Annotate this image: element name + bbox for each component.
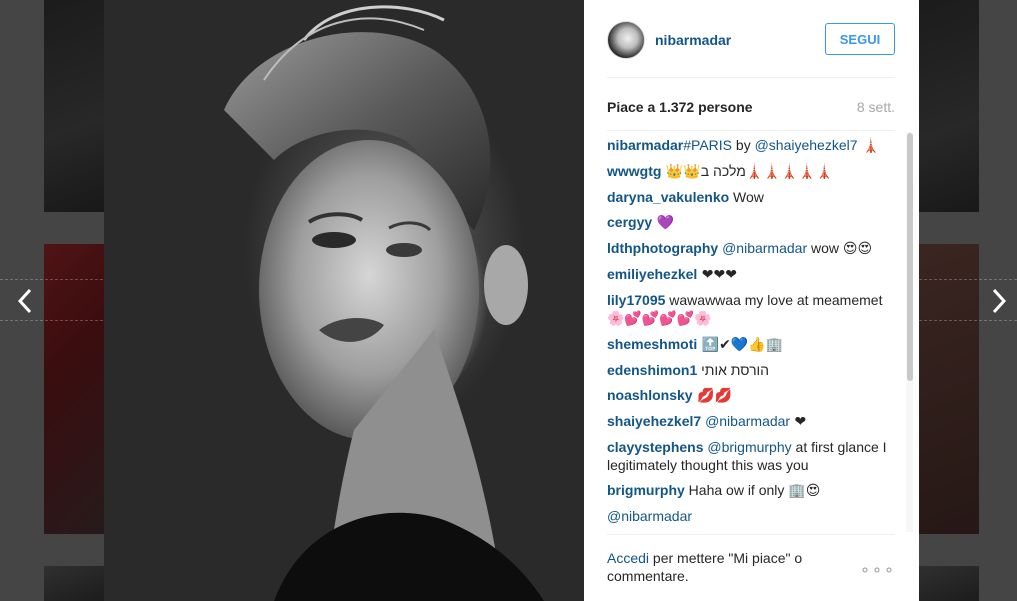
footer-divider xyxy=(607,534,895,535)
comment-item: daryna_vakulenko Wow xyxy=(607,188,887,206)
comment-mention[interactable]: @brigmurphy xyxy=(707,439,791,455)
chevron-right-icon xyxy=(992,288,1007,314)
likes-prefix: Piace a xyxy=(607,99,660,115)
post-header: nibarmadar SEGUI xyxy=(607,18,895,62)
comment-emoji: 😍😍 xyxy=(842,241,873,257)
likes-number: 1.372 xyxy=(659,99,695,115)
comment-username[interactable]: edenshimon1 xyxy=(607,362,697,378)
post-photo[interactable] xyxy=(104,0,584,601)
login-prompt: Accedi per mettere "Mi piace" o commenta… xyxy=(607,549,837,585)
comments-list: nibarmadar#PARIS by @shaiyehezkel7 🗼 wwwg… xyxy=(607,136,887,534)
likes-suffix: persone xyxy=(694,99,753,115)
comment-username[interactable]: noashlonsky xyxy=(607,387,693,403)
comment-item: cergyy 💜 xyxy=(607,213,887,232)
comment-username[interactable]: shemeshmoti xyxy=(607,336,697,352)
username-link[interactable]: nibarmadar xyxy=(655,32,731,48)
comment-emoji: 💜 xyxy=(652,215,675,231)
comment-text: Haha ow if only xyxy=(684,482,789,498)
post-sidebar: nibarmadar SEGUI Piace a 1.372 persone 8… xyxy=(584,0,919,601)
chevron-left-icon xyxy=(17,288,32,314)
comment-username[interactable]: clayystephens xyxy=(607,439,704,455)
portrait-illustration xyxy=(224,5,544,601)
comment-emoji: ❤ xyxy=(790,414,807,430)
comment-item: shemeshmoti 🔝✔💙👍🏢 xyxy=(607,335,887,354)
comment-username[interactable]: cergyy xyxy=(607,214,652,230)
comment-emoji: 👑👑 xyxy=(661,164,701,180)
comment-item: edenshimon1 הורסת אותי xyxy=(607,361,887,379)
comment-item: emiliyehezkel ❤❤❤ xyxy=(607,265,887,284)
comment-mention[interactable]: #PARIS xyxy=(683,137,732,153)
next-post-button[interactable] xyxy=(984,283,1014,319)
comment-username[interactable]: ldthphotography xyxy=(607,240,718,256)
comment-emoji: 🔝✔💙👍🏢 xyxy=(697,337,784,353)
comment-username[interactable]: daryna_vakulenko xyxy=(607,189,729,205)
comment-text: wow xyxy=(807,240,843,256)
comment-emoji: 🗼🗼🗼🗼🗼 xyxy=(745,164,834,180)
comment-mention[interactable]: @nibarmadar xyxy=(705,413,790,429)
comment-item: clayystephens @brigmurphy at first glanc… xyxy=(607,438,887,474)
comment-emoji: 🏢😍 xyxy=(788,483,821,499)
comment-username[interactable]: wwwgtg xyxy=(607,163,661,179)
comment-username[interactable]: emiliyehezkel xyxy=(607,266,697,282)
comment-text: wawawwaa my love at meamemet xyxy=(665,292,883,308)
post-age[interactable]: 8 sett. xyxy=(857,99,895,115)
more-options-icon[interactable]: ∘∘∘ xyxy=(860,560,896,580)
comment-text: Wow xyxy=(729,189,764,205)
header-divider xyxy=(607,77,895,78)
comment-text: מלכה ב xyxy=(700,163,746,179)
comment-emoji: ❤❤❤ xyxy=(697,267,737,283)
post-modal: nibarmadar SEGUI Piace a 1.372 persone 8… xyxy=(104,0,919,601)
likes-row: Piace a 1.372 persone 8 sett. xyxy=(607,99,895,115)
comment-item: brigmurphy Haha ow if only 🏢😍 xyxy=(607,481,887,500)
likes-divider xyxy=(607,130,895,131)
comment-username[interactable]: lily17095 xyxy=(607,292,665,308)
comment-emoji: 💋💋 xyxy=(692,388,732,404)
comment-emoji: 🌸💕💕💕💕🌸 xyxy=(607,311,712,327)
comment-item: noashlonsky 💋💋 xyxy=(607,386,887,405)
follow-button[interactable]: SEGUI xyxy=(825,23,895,55)
comment-item: shaiyehezkel7 @nibarmadar ❤ xyxy=(607,412,887,431)
comment-mention[interactable]: @nibarmadar xyxy=(722,240,807,256)
comment-mention[interactable]: @shaiyehezkel7 xyxy=(755,137,858,153)
comments-scrollbar-thumb[interactable] xyxy=(907,133,913,381)
comment-item: lily17095 wawawwaa my love at meamemet 🌸💕… xyxy=(607,291,887,328)
likes-count[interactable]: Piace a 1.372 persone xyxy=(607,99,753,115)
login-link[interactable]: Accedi xyxy=(607,550,649,566)
comment-text: הורסת אותי xyxy=(697,362,770,378)
comment-username[interactable]: nibarmadar xyxy=(607,137,683,153)
comment-emoji: 🗼 xyxy=(857,138,880,154)
comment-item: wwwgtg 👑👑מלכה ב🗼🗼🗼🗼🗼 xyxy=(607,162,887,181)
comment-item: @nibarmadar xyxy=(607,507,887,525)
comment-text: by xyxy=(732,137,755,153)
comment-item: nibarmadar#PARIS by @shaiyehezkel7 🗼 xyxy=(607,136,887,155)
comment-item: ldthphotography @nibarmadar wow 😍😍 xyxy=(607,239,887,258)
comment-mention[interactable]: @nibarmadar xyxy=(607,508,692,524)
comment-username[interactable]: brigmurphy xyxy=(607,482,685,498)
previous-post-button[interactable] xyxy=(10,283,40,319)
comment-username[interactable]: shaiyehezkel7 xyxy=(607,413,701,429)
avatar[interactable] xyxy=(607,21,645,59)
